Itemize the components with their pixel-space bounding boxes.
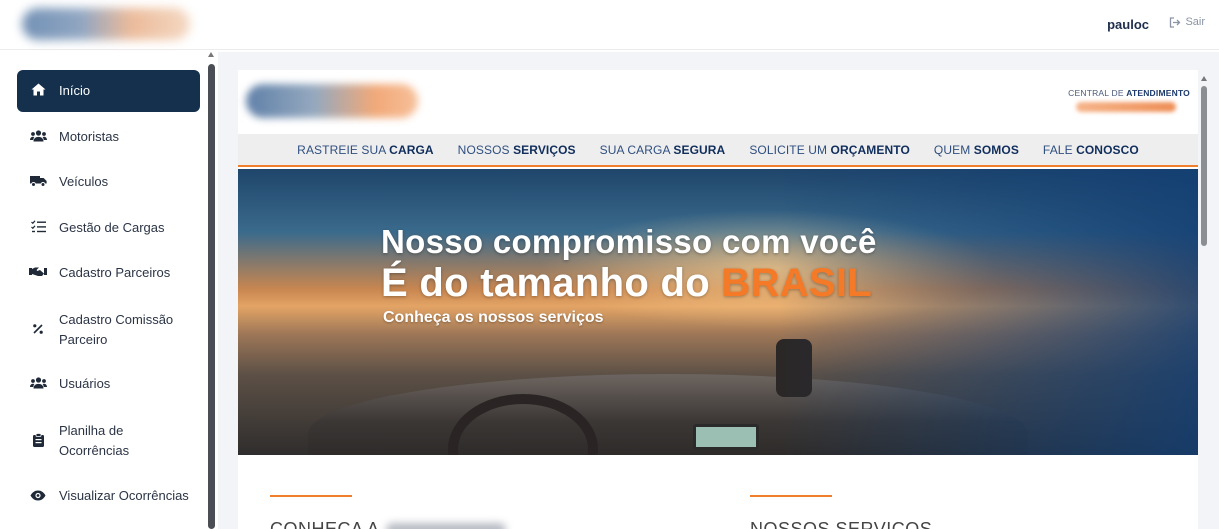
nav-nossos-servicos[interactable]: NOSSOS SERVIÇOS <box>458 143 576 157</box>
scrollbar-thumb[interactable] <box>1201 86 1207 246</box>
nav-quem-somos[interactable]: QUEM SOMOS <box>934 143 1019 157</box>
truck-icon <box>28 175 48 190</box>
sidebar-item-label: Gestão de Cargas <box>59 220 165 235</box>
scrollbar-thumb[interactable] <box>208 64 215 529</box>
scroll-up-arrow-icon[interactable] <box>1201 76 1207 81</box>
sidebar-item-cadastro-parceiros[interactable]: Cadastro Parceiros <box>17 263 200 283</box>
section-accent-bar <box>270 495 352 497</box>
section-title: CONHEÇA A <box>270 519 506 529</box>
central-atendimento[interactable]: CENTRAL DE ATENDIMENTO <box>1068 88 1190 98</box>
handshake-icon <box>28 266 48 281</box>
section-conheca: CONHEÇA A <box>270 495 506 529</box>
phone-number-blurred <box>1076 102 1176 112</box>
content-scrollbar[interactable] <box>1198 70 1212 529</box>
nav-rastreie-carga[interactable]: RASTREIE SUA CARGA <box>297 143 434 157</box>
section-title: NOSSOS SERVIÇOS <box>750 519 933 529</box>
nav-orcamento[interactable]: SOLICITE UM ORÇAMENTO <box>749 143 910 157</box>
sidebar-item-usuarios[interactable]: Usuários <box>17 374 200 394</box>
sidebar-scrollbar[interactable] <box>207 52 216 529</box>
hero-headline: Nosso compromisso com você <box>381 223 877 260</box>
clipboard-icon <box>28 432 48 450</box>
main-content: CENTRAL DE ATENDIMENTO RASTREIE SUA CARG… <box>218 52 1219 529</box>
logout-label: Sair <box>1185 16 1205 28</box>
sidebar-item-cadastro-comissao[interactable]: Cadastro Comissão Parceiro <box>17 309 200 351</box>
sidebar-item-planilha-ocorrencias[interactable]: Planilha de Ocorrências <box>17 420 200 462</box>
eye-icon <box>28 489 48 504</box>
users-icon <box>28 376 48 392</box>
dashboard-screen-image <box>693 424 759 450</box>
site-navbar: RASTREIE SUA CARGA NOSSOS SERVIÇOS SUA C… <box>238 134 1198 167</box>
top-bar: pauloc Sair <box>0 0 1219 50</box>
section-servicos: NOSSOS SERVIÇOS <box>750 495 932 529</box>
logout-icon <box>1170 16 1181 28</box>
embedded-website: CENTRAL DE ATENDIMENTO RASTREIE SUA CARG… <box>238 70 1198 529</box>
sidebar-item-label: Cadastro Parceiros <box>59 265 171 280</box>
sidebar-item-inicio[interactable]: Início <box>17 70 200 112</box>
section-accent-bar <box>750 495 832 497</box>
nav-fale-conosco[interactable]: FALE CONOSCO <box>1043 143 1139 157</box>
sidebar-item-label: Veículos <box>59 174 109 189</box>
username[interactable]: pauloc <box>1107 17 1149 32</box>
list-check-icon <box>28 220 48 236</box>
sidebar-item-label: Visualizar Ocorrências <box>59 488 189 503</box>
sidebar-item-label: Planilha de Ocorrências <box>59 423 130 458</box>
app-logo <box>22 8 190 40</box>
scroll-up-arrow-icon[interactable] <box>208 52 214 57</box>
percent-icon <box>28 323 48 338</box>
blue-overlay <box>778 169 1198 455</box>
sidebar: Início Motoristas Veículos Gestão de Car… <box>12 52 208 529</box>
logout-button[interactable]: Sair <box>1169 16 1205 28</box>
users-icon <box>28 129 48 145</box>
sidebar-item-label: Motoristas <box>59 129 119 144</box>
nav-carga-segura[interactable]: SUA CARGA SEGURA <box>600 143 726 157</box>
sidebar-item-gestao-cargas[interactable]: Gestão de Cargas <box>17 218 200 238</box>
hero-cta-text[interactable]: Conheça os nossos serviços <box>383 309 604 327</box>
hero-subheadline: É do tamanho do BRASIL <box>381 261 873 305</box>
sidebar-item-visualizar-ocorrencias[interactable]: Visualizar Ocorrências <box>17 486 200 506</box>
sidebar-item-label: Início <box>59 83 91 98</box>
hero-banner: Nosso compromisso com você É do tamanho … <box>238 169 1198 455</box>
sidebar-item-label: Cadastro Comissão Parceiro <box>59 312 174 347</box>
sidebar-item-label: Usuários <box>59 376 111 391</box>
sidebar-item-motoristas[interactable]: Motoristas <box>17 127 200 147</box>
sidebar-item-veiculos[interactable]: Veículos <box>17 172 200 192</box>
site-logo[interactable] <box>246 84 418 118</box>
home-icon <box>28 83 48 99</box>
